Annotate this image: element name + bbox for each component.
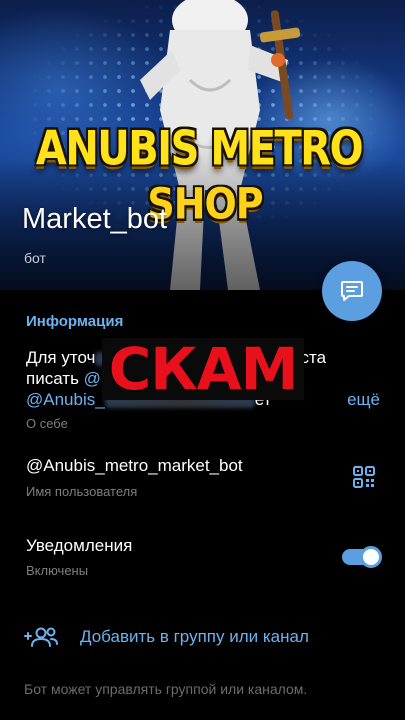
message-button[interactable] [322, 261, 382, 321]
username-value[interactable]: @Anubis_metro_market_bot [26, 456, 243, 476]
notifications-label[interactable]: Уведомления [26, 536, 132, 556]
notifications-toggle[interactable] [342, 545, 382, 569]
scam-overlay-text: СКАМ [108, 335, 299, 403]
profile-banner[interactable]: ANUBIS METRO SHOP Market_bot бот [0, 0, 405, 290]
profile-status: бот [24, 250, 46, 266]
profile-name: Market_bot [22, 203, 168, 235]
bio-line1-start: Для уточ [26, 348, 96, 367]
message-icon [341, 281, 363, 301]
bio-caption: О себе [26, 416, 68, 431]
banner-logo-title: ANUBIS METRO [35, 121, 364, 177]
show-more-link[interactable]: ещё [347, 389, 380, 410]
toggle-knob [360, 546, 382, 568]
info-section-title: Информация [26, 313, 124, 330]
bio-line2-link[interactable]: @ [84, 369, 101, 388]
add-to-group-button[interactable]: Добавить в группу или канал [24, 622, 384, 652]
username-caption: Имя пользователя [26, 484, 138, 499]
notifications-state: Включены [26, 563, 89, 578]
add-users-icon [24, 627, 58, 647]
scam-overlay-stamp: СКАМ [102, 338, 304, 400]
qr-code-icon[interactable] [352, 465, 376, 489]
bio-line3-link[interactable]: @Anubis_ [26, 390, 105, 409]
add-to-group-label: Добавить в группу или канал [80, 627, 309, 646]
bio-line2-start: писать [26, 369, 84, 388]
footer-note: Бот может управлять группой или каналом. [24, 681, 308, 697]
